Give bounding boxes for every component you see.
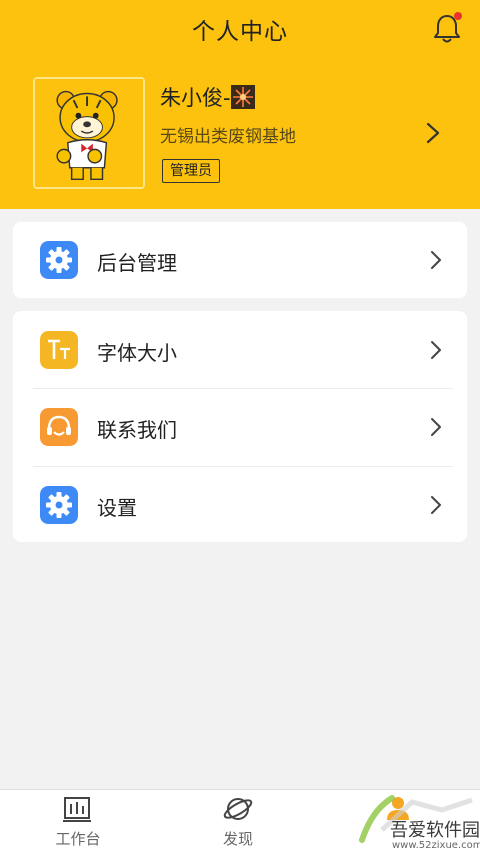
settings-menu-card: 字体大小 联系我们 设置 (13, 311, 467, 542)
menu-item-label: 后台管理 (97, 251, 177, 275)
chevron-right-icon (431, 496, 441, 514)
chevron-right-icon[interactable] (424, 121, 442, 145)
menu-item-label: 设置 (97, 496, 137, 520)
user-name: 朱小俊- (160, 86, 231, 110)
menu-item-label: 字体大小 (97, 341, 177, 365)
role-badge: 管理员 (162, 159, 220, 183)
tiger-mascot-icon (35, 79, 143, 187)
watermark-url: www.52zixue.com (392, 840, 480, 851)
font-size-icon (40, 331, 78, 369)
tab-discover[interactable]: 发现 (178, 790, 298, 853)
tab-workbench[interactable]: 工作台 (18, 790, 138, 853)
chevron-right-icon (431, 418, 441, 436)
chevron-right-icon (431, 341, 441, 359)
menu-item-admin[interactable]: 后台管理 (13, 222, 467, 299)
menu-item-settings[interactable]: 设置 (13, 467, 467, 544)
chevron-right-icon (431, 251, 441, 269)
tab-label: 发现 (222, 830, 253, 848)
gear-icon (40, 241, 78, 279)
tab-label: 工作台 (55, 830, 101, 848)
watermark-text: 吾爱软件园 (390, 820, 480, 841)
notification-dot (454, 12, 462, 20)
headset-icon (40, 408, 78, 446)
gear-icon (40, 486, 78, 524)
menu-item-font-size[interactable]: 字体大小 (13, 311, 467, 388)
menu-item-label: 联系我们 (97, 418, 177, 442)
company-name: 无锡出类废钢基地 (160, 127, 296, 147)
menu-item-contact-us[interactable]: 联系我们 (13, 389, 467, 466)
avatar[interactable] (33, 77, 145, 189)
workbench-icon (63, 797, 91, 822)
page-title: 个人中心 (192, 19, 288, 45)
planet-icon (223, 798, 253, 820)
firework-emoji-icon (231, 85, 255, 109)
admin-menu-card: 后台管理 (13, 222, 467, 298)
profile-header: 个人中心 朱小俊- 无锡出类废钢基地 管理员 (0, 0, 480, 209)
